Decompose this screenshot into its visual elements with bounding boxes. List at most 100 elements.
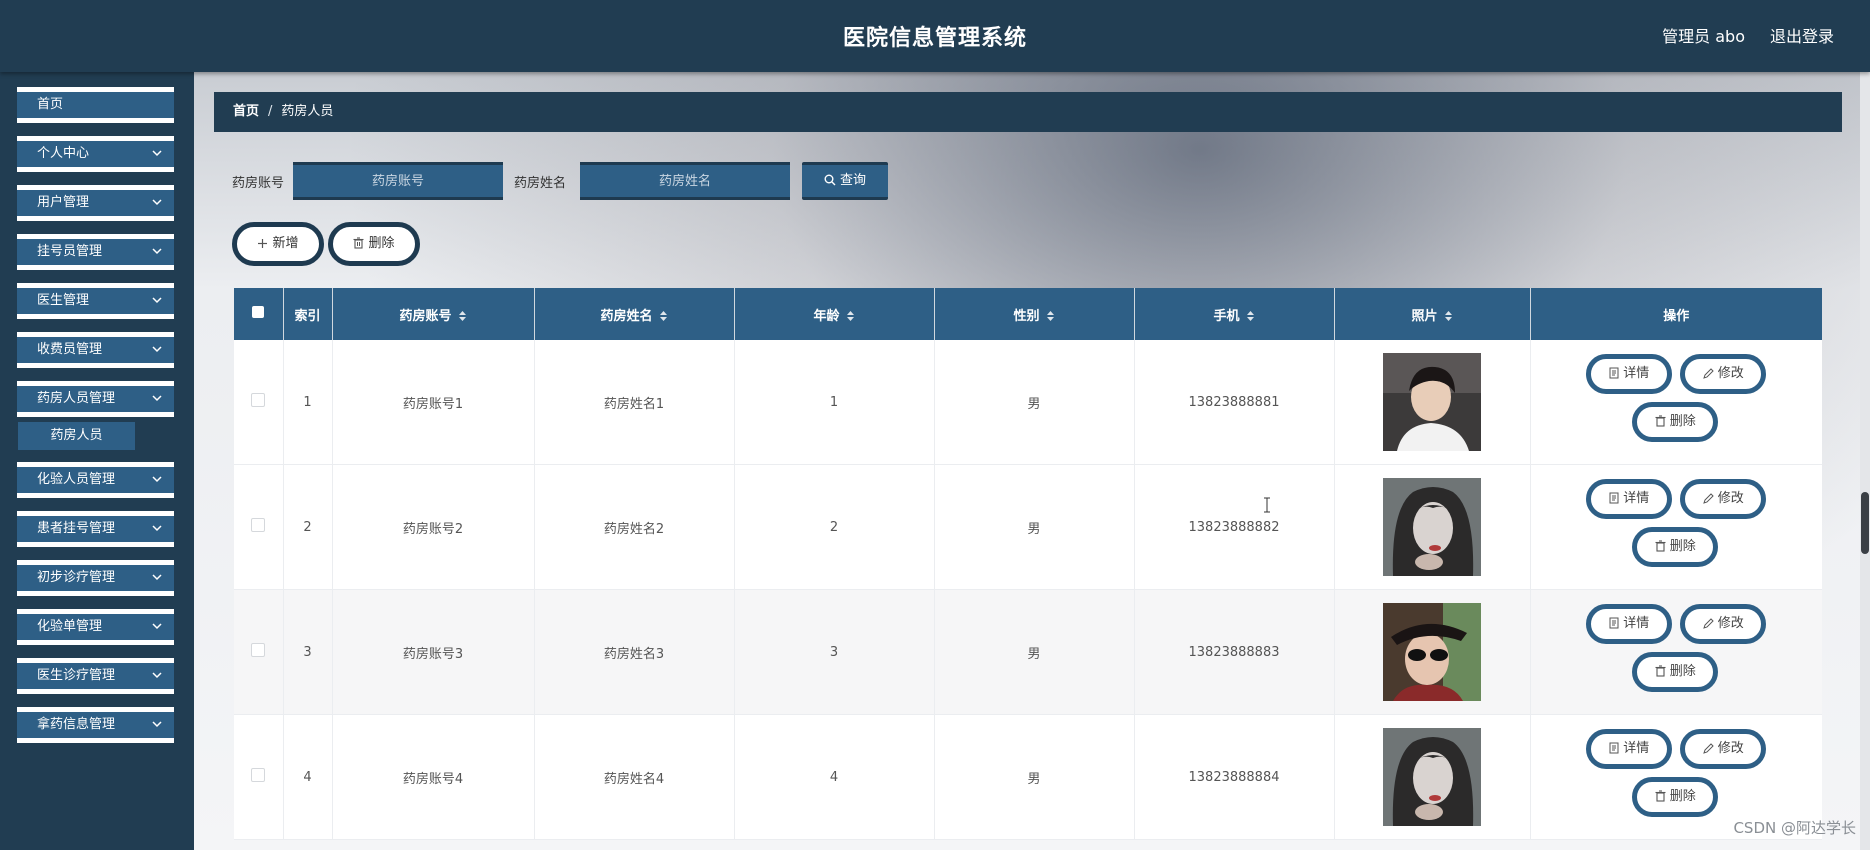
- cell-index: 2: [283, 464, 333, 590]
- column-header-account[interactable]: 药房账号: [332, 288, 535, 340]
- table-row: 2 药房账号2 药房姓名2 2 男 13823888882 详情 修改 删除: [234, 464, 1822, 590]
- delete-button[interactable]: 删除: [1632, 652, 1719, 692]
- account-search-input[interactable]: [293, 162, 503, 200]
- row-checkbox[interactable]: [251, 393, 266, 407]
- sidebar-item-medicine-pickup[interactable]: 拿药信息管理: [17, 707, 174, 743]
- edit-button[interactable]: 修改: [1680, 729, 1767, 769]
- add-label: 新增: [272, 236, 299, 251]
- detail-button[interactable]: 详情: [1586, 354, 1673, 394]
- text-cursor-icon: [1264, 497, 1270, 513]
- delete-button[interactable]: 删除: [1632, 777, 1719, 817]
- cell-index: 3: [283, 589, 333, 715]
- batch-delete-button[interactable]: 删除: [328, 222, 420, 266]
- cell-index: 1: [283, 340, 333, 465]
- sidebar-item-lab-report-management[interactable]: 化验单管理: [17, 609, 174, 645]
- edit-button[interactable]: 修改: [1680, 604, 1767, 644]
- column-header-name[interactable]: 药房姓名: [534, 288, 735, 340]
- sort-icon[interactable]: [1046, 310, 1055, 322]
- query-button[interactable]: 查询: [802, 162, 888, 200]
- column-header-age[interactable]: 年龄: [734, 288, 935, 340]
- cell-account: 药房账号3: [332, 589, 535, 715]
- edit-button[interactable]: 修改: [1680, 479, 1767, 519]
- cell-gender: 男: [934, 464, 1135, 590]
- row-select-cell[interactable]: [234, 589, 284, 715]
- sidebar-item-lab-staff-management[interactable]: 化验人员管理: [17, 462, 174, 498]
- detail-button[interactable]: 详情: [1586, 604, 1673, 644]
- row-checkbox[interactable]: [251, 768, 266, 782]
- document-icon: [1609, 367, 1619, 379]
- breadcrumb-home[interactable]: 首页: [233, 104, 259, 119]
- chevron-down-icon: [150, 239, 164, 265]
- staff-photo[interactable]: [1383, 353, 1481, 451]
- sidebar-item-home[interactable]: 首页: [17, 87, 174, 123]
- sort-icon[interactable]: [458, 310, 467, 322]
- sidebar-item-registrar-management[interactable]: 挂号员管理: [17, 234, 174, 270]
- add-button[interactable]: 新增: [232, 222, 324, 266]
- plus-icon: [258, 239, 268, 248]
- trash-icon: [353, 237, 364, 249]
- detail-button[interactable]: 详情: [1586, 479, 1673, 519]
- detail-button[interactable]: 详情: [1586, 729, 1673, 769]
- sidebar-item-user-management[interactable]: 用户管理: [17, 185, 174, 221]
- sidebar-item-pharmacy-staff-management[interactable]: 药房人员管理: [17, 381, 174, 417]
- edit-button[interactable]: 修改: [1680, 354, 1767, 394]
- chevron-down-icon: [150, 663, 164, 689]
- staff-photo[interactable]: [1383, 603, 1481, 701]
- row-select-cell[interactable]: [234, 464, 284, 590]
- staff-photo[interactable]: [1383, 478, 1481, 576]
- chevron-down-icon: [150, 288, 164, 314]
- cell-age: 2: [734, 464, 935, 590]
- detail-label: 详情: [1623, 491, 1650, 506]
- cell-phone: 13823888882: [1134, 464, 1335, 590]
- chevron-down-icon: [150, 516, 164, 542]
- detail-label: 详情: [1623, 741, 1650, 756]
- sort-icon[interactable]: [846, 310, 855, 322]
- row-select-cell[interactable]: [234, 340, 284, 465]
- main-content: 首页 / 药房人员 药房账号 药房姓名 查询 新增 删除 索引 药房账号 药房姓名: [194, 72, 1870, 850]
- sidebar-item-doctor-management[interactable]: 医生管理: [17, 283, 174, 319]
- page-scrollbar[interactable]: [1860, 72, 1870, 850]
- table-row: 1 药房账号1 药房姓名1 1 男 13823888881 详情 修改 删除: [234, 340, 1822, 465]
- chevron-down-icon: [150, 712, 164, 738]
- chevron-down-icon: [150, 565, 164, 591]
- delete-label: 删除: [1669, 664, 1696, 679]
- column-header-gender[interactable]: 性别: [934, 288, 1135, 340]
- scrollbar-thumb[interactable]: [1861, 492, 1869, 554]
- sidebar-item-cashier-management[interactable]: 收费员管理: [17, 332, 174, 368]
- column-header-phone[interactable]: 手机: [1134, 288, 1335, 340]
- sort-icon[interactable]: [1246, 310, 1255, 322]
- sort-icon[interactable]: [1444, 310, 1453, 322]
- chevron-down-icon: [150, 614, 164, 640]
- sidebar-item-personal-center[interactable]: 个人中心: [17, 136, 174, 172]
- select-all-checkbox[interactable]: [252, 306, 265, 318]
- query-label: 查询: [839, 173, 866, 188]
- row-select-cell[interactable]: [234, 714, 284, 840]
- column-header-label: 药房账号: [399, 308, 452, 324]
- sidebar-item-doctor-diagnosis[interactable]: 医生诊疗管理: [17, 658, 174, 694]
- row-checkbox[interactable]: [251, 518, 266, 532]
- column-header-photo[interactable]: 照片: [1334, 288, 1531, 340]
- sidebar-item-label: 化验人员管理: [37, 472, 116, 487]
- trash-icon: [1655, 790, 1666, 802]
- name-search-input[interactable]: [580, 162, 790, 200]
- sort-icon[interactable]: [659, 310, 668, 322]
- delete-button[interactable]: 删除: [1632, 402, 1719, 442]
- column-header-label: 药房姓名: [600, 308, 653, 324]
- logout-link[interactable]: 退出登录: [1770, 23, 1834, 47]
- cell-age: 3: [734, 589, 935, 715]
- sidebar-item-patient-registration[interactable]: 患者挂号管理: [17, 511, 174, 547]
- sidebar-subitem-pharmacy-staff[interactable]: 药房人员: [18, 422, 135, 450]
- top-header: 医院信息管理系统 管理员 abo 退出登录: [0, 0, 1870, 72]
- cell-photo: [1334, 464, 1531, 590]
- sidebar-item-label: 用户管理: [37, 195, 90, 210]
- row-checkbox[interactable]: [251, 643, 266, 657]
- delete-button[interactable]: 删除: [1632, 527, 1719, 567]
- cell-account: 药房账号2: [332, 464, 535, 590]
- sidebar-item-label: 化验单管理: [37, 619, 103, 634]
- sidebar-item-initial-diagnosis[interactable]: 初步诊疗管理: [17, 560, 174, 596]
- search-bar: 药房账号 药房姓名 查询: [232, 162, 932, 202]
- select-all-header[interactable]: [234, 288, 284, 340]
- staff-photo[interactable]: [1383, 728, 1481, 826]
- chevron-down-icon: [150, 141, 164, 167]
- edit-label: 修改: [1717, 491, 1744, 506]
